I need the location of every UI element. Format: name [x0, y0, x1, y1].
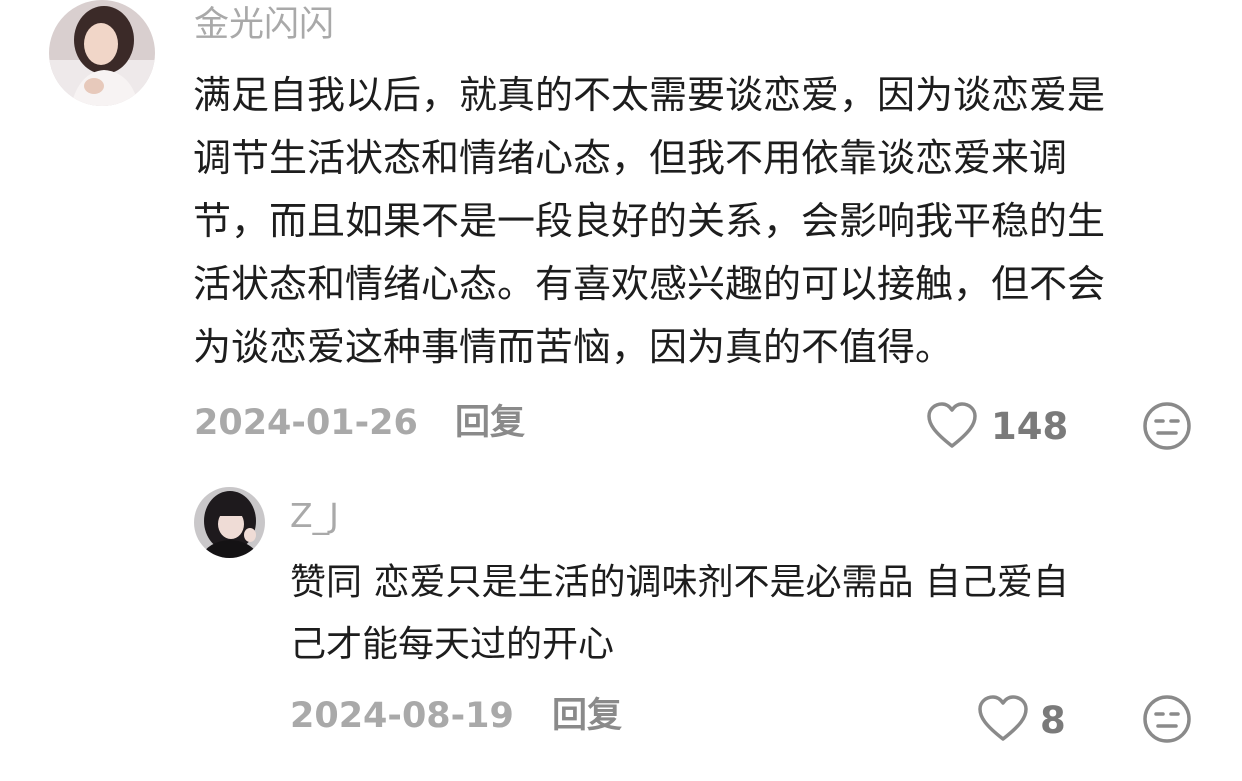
reply-username[interactable]: Z_J	[290, 499, 339, 532]
avatar-photo	[194, 487, 265, 558]
meh-face-icon[interactable]	[1142, 401, 1192, 451]
comment-text-line: 满足自我以后，就真的不太需要谈恋爱，因为谈恋爱是	[193, 73, 1106, 117]
reply-reply-button[interactable]: 回复	[552, 699, 622, 734]
reply-like-count: 8	[1040, 699, 1066, 742]
reply-text-line: 赞同 恋爱只是生活的调味剂不是必需品 自己爱自	[290, 562, 1069, 603]
comment-text-line: 活状态和情绪心态。有喜欢感兴趣的可以接触，但不会	[193, 262, 1106, 306]
meh-face-icon[interactable]	[1142, 694, 1192, 744]
heart-outline-icon[interactable]	[977, 695, 1029, 743]
reply-button[interactable]: 回复	[455, 406, 525, 441]
reply-date: 2024-08-19	[290, 696, 514, 736]
comment-text-line: 节，而且如果不是一段良好的关系，会影响我平稳的生	[193, 199, 1106, 243]
comment-like-count: 148	[991, 405, 1069, 448]
comment-text: 满足自我以后，就真的不太需要谈恋爱，因为谈恋爱是 调节生活状态和情绪心态，但我不…	[193, 64, 1203, 379]
comment-thread: 金光闪闪 满足自我以后，就真的不太需要谈恋爱，因为谈恋爱是 调节生活状态和情绪心…	[0, 0, 1242, 781]
heart-outline-icon[interactable]	[926, 402, 978, 450]
avatar-photo	[49, 0, 155, 106]
reply-avatar[interactable]	[194, 487, 265, 558]
reply-text: 赞同 恋爱只是生活的调味剂不是必需品 自己爱自 己才能每天过的开心	[290, 552, 1190, 676]
reply-text-line: 己才能每天过的开心	[290, 624, 615, 665]
comment-text-line: 调节生活状态和情绪心态，但我不用依靠谈恋爱来调	[193, 136, 1068, 180]
comment-date: 2024-01-26	[194, 403, 418, 443]
comment-text-line: 为谈恋爱这种事情而苦恼，因为真的不值得。	[193, 325, 954, 369]
comment-username[interactable]: 金光闪闪	[194, 8, 334, 43]
comment-avatar[interactable]	[49, 0, 155, 106]
